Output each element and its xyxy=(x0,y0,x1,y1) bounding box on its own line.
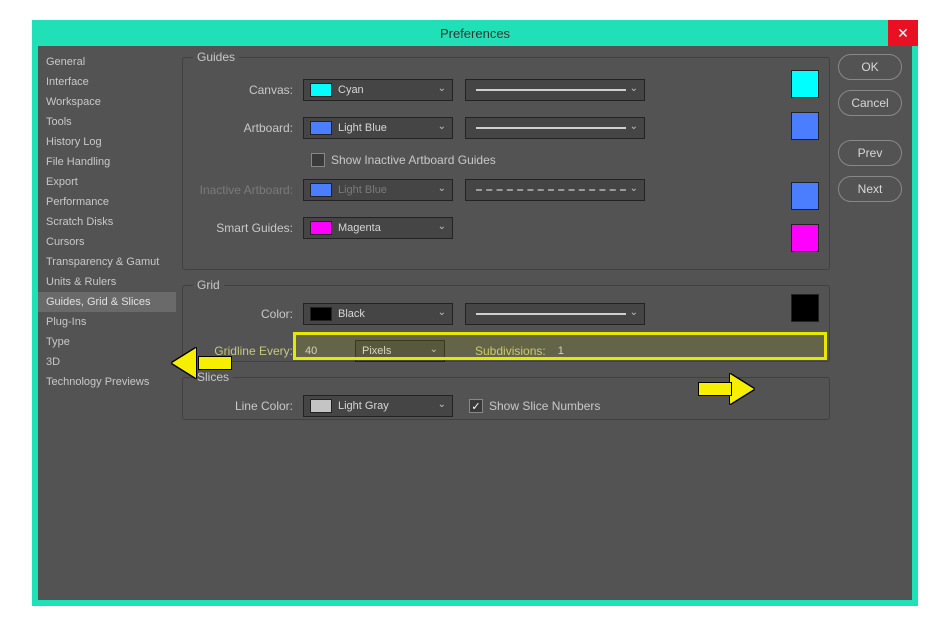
smart-color-swatch-icon xyxy=(310,221,332,235)
canvas-color-swatch[interactable] xyxy=(791,70,819,98)
sidebar-item-type[interactable]: Type xyxy=(38,332,176,352)
chevron-down-icon: ⌄ xyxy=(438,399,446,410)
sidebar-item-history-log[interactable]: History Log xyxy=(38,132,176,152)
chevron-down-icon: ⌄ xyxy=(438,83,446,94)
grid-legend: Grid xyxy=(193,278,224,292)
chevron-down-icon: ⌄ xyxy=(630,121,638,132)
show-slice-numbers-label: Show Slice Numbers xyxy=(489,399,600,413)
chevron-down-icon: ⌄ xyxy=(630,83,638,94)
show-inactive-label: Show Inactive Artboard Guides xyxy=(331,153,496,167)
canvas-color-select[interactable]: Cyan ⌄ xyxy=(303,79,453,101)
slices-line-color-label: Line Color: xyxy=(193,399,303,413)
smart-color-select[interactable]: Magenta ⌄ xyxy=(303,217,453,239)
sidebar-item-plug-ins[interactable]: Plug-Ins xyxy=(38,312,176,332)
artboard-color-select[interactable]: Light Blue ⌄ xyxy=(303,117,453,139)
sidebar-item-tools[interactable]: Tools xyxy=(38,112,176,132)
slices-color-select[interactable]: Light Gray ⌄ xyxy=(303,395,453,417)
inactive-artboard-label: Inactive Artboard: xyxy=(193,183,303,197)
artboard-label: Artboard: xyxy=(193,121,303,135)
artboard-style-select[interactable]: ⌄ xyxy=(465,117,645,139)
inactive-color-select: Light Blue ⌄ xyxy=(303,179,453,201)
artboard-color-swatch-icon xyxy=(310,121,332,135)
content-area: Guides Canvas: Cyan ⌄ ⌄ xyxy=(176,46,912,600)
slices-group: Slices Line Color: Light Gray ⌄ Show Sli… xyxy=(182,370,830,420)
sidebar-item-guides-grid-slices[interactable]: Guides, Grid & Slices xyxy=(38,292,176,312)
close-button[interactable]: ✕ xyxy=(888,20,918,46)
chevron-down-icon: ⌄ xyxy=(438,221,446,232)
subdivisions-input[interactable] xyxy=(556,342,596,360)
gridline-every-label: Gridline Every: xyxy=(193,344,303,358)
chevron-down-icon: ⌄ xyxy=(630,307,638,318)
show-slice-numbers-checkbox[interactable] xyxy=(469,399,483,413)
inactive-color-swatch[interactable] xyxy=(791,182,819,210)
category-sidebar: General Interface Workspace Tools Histor… xyxy=(38,46,176,600)
sidebar-item-units-rulers[interactable]: Units & Rulers xyxy=(38,272,176,292)
show-inactive-checkbox[interactable] xyxy=(311,153,325,167)
dialog-buttons: OK Cancel Prev Next xyxy=(830,50,906,594)
chevron-down-icon: ⌄ xyxy=(430,344,438,355)
sidebar-item-file-handling[interactable]: File Handling xyxy=(38,152,176,172)
canvas-color-swatch-icon xyxy=(310,83,332,97)
prev-button[interactable]: Prev xyxy=(838,140,902,166)
sidebar-item-workspace[interactable]: Workspace xyxy=(38,92,176,112)
sidebar-item-interface[interactable]: Interface xyxy=(38,72,176,92)
sidebar-item-export[interactable]: Export xyxy=(38,172,176,192)
chevron-down-icon: ⌄ xyxy=(438,121,446,132)
guides-group: Guides Canvas: Cyan ⌄ ⌄ xyxy=(182,50,830,270)
close-icon: ✕ xyxy=(897,25,909,42)
chevron-down-icon: ⌄ xyxy=(438,307,446,318)
subdivisions-label: Subdivisions: xyxy=(475,344,556,358)
grid-color-swatch-icon xyxy=(310,307,332,321)
inactive-style-select: ⌄ xyxy=(465,179,645,201)
smart-color-swatch[interactable] xyxy=(791,224,819,252)
smart-guides-label: Smart Guides: xyxy=(193,221,303,235)
grid-style-select[interactable]: ⌄ xyxy=(465,303,645,325)
grid-group: Grid Color: Black ⌄ ⌄ xyxy=(182,278,830,362)
slices-color-swatch-icon xyxy=(310,399,332,413)
chevron-down-icon: ⌄ xyxy=(630,183,638,194)
sidebar-item-general[interactable]: General xyxy=(38,52,176,72)
chevron-down-icon: ⌄ xyxy=(438,183,446,194)
dialog-title: Preferences xyxy=(440,26,510,41)
sidebar-item-scratch-disks[interactable]: Scratch Disks xyxy=(38,212,176,232)
title-bar: Preferences ✕ xyxy=(32,20,918,46)
inactive-color-swatch-icon xyxy=(310,183,332,197)
next-button[interactable]: Next xyxy=(838,176,902,202)
sidebar-item-technology-previews[interactable]: Technology Previews xyxy=(38,372,176,392)
sidebar-item-cursors[interactable]: Cursors xyxy=(38,232,176,252)
sidebar-item-transparency-gamut[interactable]: Transparency & Gamut xyxy=(38,252,176,272)
grid-color-label: Color: xyxy=(193,307,303,321)
dialog-body: General Interface Workspace Tools Histor… xyxy=(38,46,912,600)
artboard-color-swatch[interactable] xyxy=(791,112,819,140)
cancel-button[interactable]: Cancel xyxy=(838,90,902,116)
canvas-style-select[interactable]: ⌄ xyxy=(465,79,645,101)
canvas-label: Canvas: xyxy=(193,83,303,97)
sidebar-item-3d[interactable]: 3D xyxy=(38,352,176,372)
guides-legend: Guides xyxy=(193,50,239,64)
sidebar-item-performance[interactable]: Performance xyxy=(38,192,176,212)
grid-color-select[interactable]: Black ⌄ xyxy=(303,303,453,325)
ok-button[interactable]: OK xyxy=(838,54,902,80)
slices-legend: Slices xyxy=(193,370,233,384)
gridline-unit-select[interactable]: Pixels ⌄ xyxy=(355,340,445,362)
gridline-every-input[interactable] xyxy=(303,342,343,360)
preferences-window: Preferences ✕ General Interface Workspac… xyxy=(32,20,918,606)
grid-color-swatch[interactable] xyxy=(791,294,819,322)
